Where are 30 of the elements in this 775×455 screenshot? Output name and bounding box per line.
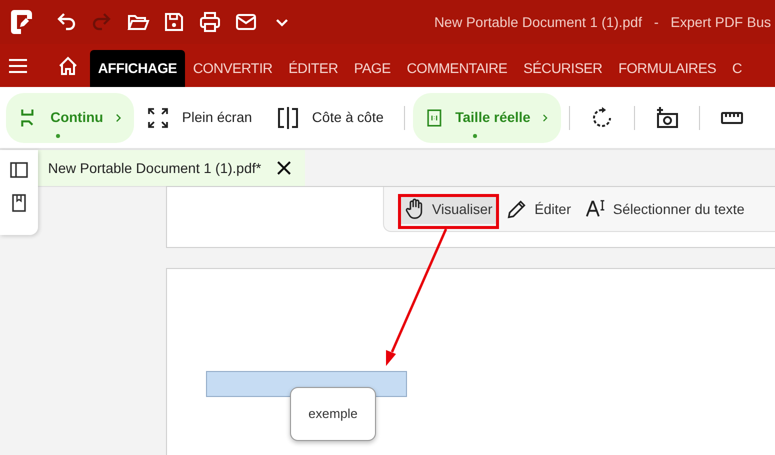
chevron-right-icon [542, 112, 549, 122]
window-title: New Portable Document 1 (1).pdf [434, 12, 642, 32]
panel-icon[interactable] [10, 162, 28, 178]
ribbon-tab[interactable]: ÉDITER [280, 50, 346, 87]
bookmark-icon[interactable] [12, 194, 26, 212]
pencil-icon [506, 198, 528, 220]
tooltip: exemple [290, 387, 376, 441]
title-separator: - [654, 12, 659, 32]
ribbon-tab[interactable]: C [724, 50, 750, 87]
toolbar-button[interactable]: Côte à côte [264, 92, 396, 142]
toolbar-button[interactable]: Plein écran [134, 92, 264, 142]
mode-button[interactable]: Éditer [502, 194, 576, 224]
ribbon-tab[interactable]: CONVERTIR [184, 50, 280, 87]
toolbar-button[interactable]: Continu [6, 92, 134, 142]
toolbar-button[interactable]: Taille réelle [412, 92, 561, 142]
fullscreen-icon [146, 106, 170, 130]
window-title: Expert PDF Bus [670, 12, 771, 32]
home-icon[interactable] [58, 56, 78, 76]
ribbon-tab[interactable]: PAGE [346, 50, 399, 87]
camera-icon [654, 106, 679, 130]
ribbon-tab[interactable]: FORMULAIRES [610, 50, 724, 87]
mode-button[interactable]: Sélectionner du texte [581, 194, 749, 224]
close-icon[interactable] [277, 161, 292, 175]
ribbon-tab[interactable]: AFFICHAGE [90, 50, 185, 87]
ribbon-tab[interactable]: SÉCURISER [515, 50, 610, 87]
menu-icon[interactable] [8, 58, 28, 74]
side-by-side-icon [276, 106, 300, 130]
document-tab[interactable]: New Portable Document 1 (1).pdf* [38, 150, 306, 186]
chevron-right-icon [115, 112, 122, 122]
ribbon-tab[interactable]: COMMENTAIRE [398, 50, 516, 87]
